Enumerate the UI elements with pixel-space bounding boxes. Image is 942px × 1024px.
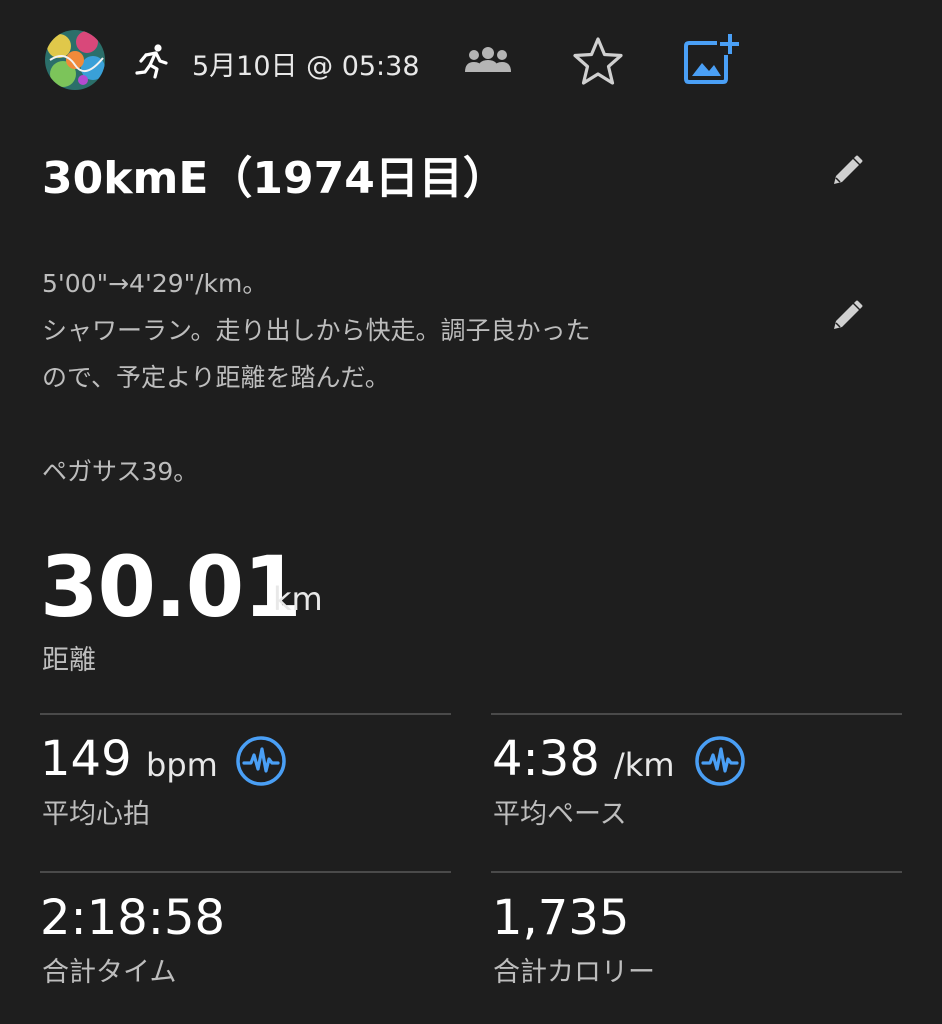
- divider: [491, 871, 902, 873]
- total-time-value: 2:18:58: [40, 890, 226, 946]
- pace-label: 平均ペース: [493, 799, 627, 830]
- pulse-chart-icon[interactable]: [235, 735, 287, 787]
- total-calories-label: 合計カロリー: [493, 957, 655, 988]
- activity-datetime: 5月10日 @ 05:38: [192, 51, 420, 82]
- divider: [491, 713, 902, 715]
- running-person-icon: [134, 43, 170, 79]
- total-time-label: 合計タイム: [42, 957, 177, 988]
- pace-value: 4:38: [492, 731, 600, 787]
- distance-unit: km: [273, 580, 323, 618]
- group-icon[interactable]: [463, 46, 513, 76]
- distance-value: 30.01: [40, 538, 302, 636]
- divider: [40, 713, 451, 715]
- star-icon[interactable]: [572, 36, 624, 86]
- activity-description: 5'00"→4'29"/km。 シャワーラン。走り出しから快走。調子良かった の…: [42, 269, 591, 486]
- activity-title: 30kmE（1974日目）: [42, 153, 507, 204]
- heart-rate-unit: bpm: [146, 746, 218, 784]
- distance-label: 距離: [42, 645, 96, 676]
- pulse-chart-icon[interactable]: [694, 735, 746, 787]
- pace-unit: /km: [614, 746, 675, 784]
- edit-title-pencil-icon[interactable]: [830, 154, 864, 188]
- divider: [40, 871, 451, 873]
- edit-description-pencil-icon[interactable]: [830, 299, 864, 333]
- heart-rate-label: 平均心拍: [42, 799, 150, 830]
- total-calories-value: 1,735: [492, 890, 630, 946]
- add-photo-icon[interactable]: [683, 33, 740, 85]
- heart-rate-value: 149: [40, 731, 132, 787]
- avatar[interactable]: [45, 30, 105, 90]
